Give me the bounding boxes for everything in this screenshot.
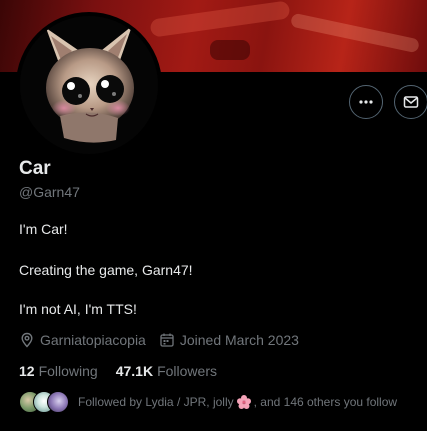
following-count: 12 xyxy=(19,363,35,379)
message-button[interactable] xyxy=(394,85,427,119)
joined-item: Joined March 2023 xyxy=(159,332,299,348)
more-options-icon xyxy=(359,100,373,104)
location-item: Garniatopiacopia xyxy=(19,332,146,348)
followers-link[interactable]: 47.1K Followers xyxy=(116,363,217,379)
cat-avatar-illustration xyxy=(20,16,158,154)
follower-avatars xyxy=(19,391,69,413)
profile-name: Car xyxy=(19,158,51,179)
calendar-icon xyxy=(160,333,174,347)
profile-handle: @Garn47 xyxy=(19,184,80,200)
followers-count: 47.1K xyxy=(115,363,154,379)
followers-label: Followers xyxy=(157,363,217,379)
location-text: Garniatopiacopia xyxy=(40,332,146,348)
cherry-blossom-icon xyxy=(236,395,251,409)
banner-streak xyxy=(210,40,250,60)
mail-icon xyxy=(403,96,419,108)
following-link[interactable]: 12 Following xyxy=(19,363,98,379)
avatar[interactable] xyxy=(16,12,162,158)
following-label: Following xyxy=(38,363,98,379)
follower-avatar xyxy=(47,391,69,413)
banner-streak xyxy=(149,0,291,38)
bio-line: Creating the game, Garn47! xyxy=(19,262,193,278)
joined-text: Joined March 2023 xyxy=(179,332,299,348)
profile-meta: Garniatopiacopia Joined March 2023 xyxy=(19,332,299,348)
followed-by-row[interactable]: Followed by Lydia / JPR, jolly , and 146… xyxy=(19,391,397,413)
banner-streak xyxy=(289,12,421,54)
followed-by-suffix: , and 146 others you follow xyxy=(253,395,398,409)
followed-by-text: Followed by Lydia / JPR, jolly xyxy=(78,395,234,409)
location-pin-icon xyxy=(21,332,33,348)
avatar-image xyxy=(20,16,158,154)
bio-line: I'm Car! xyxy=(19,221,68,237)
more-options-button[interactable] xyxy=(349,85,383,119)
bio-line: I'm not AI, I'm TTS! xyxy=(19,301,137,317)
follow-stats: 12 Following 47.1K Followers xyxy=(19,363,217,379)
